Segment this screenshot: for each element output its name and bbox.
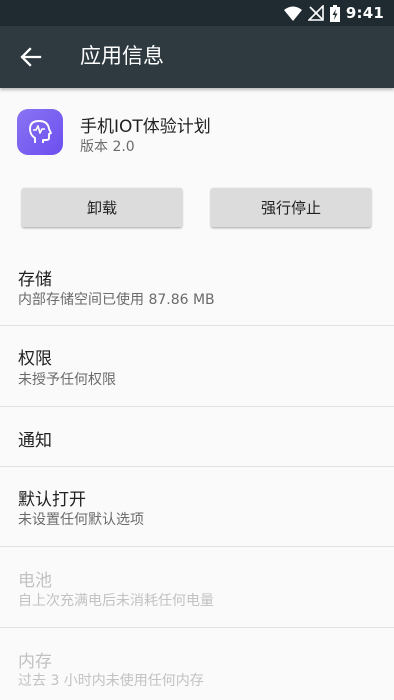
notifications-item[interactable]: 通知 [0, 407, 394, 466]
memory-summary: 过去 3 小时内未使用任何内存 [18, 673, 204, 689]
battery-item: 电池 自上次充满电后未消耗任何电量 [0, 547, 394, 627]
storage-summary: 内部存储空间已使用 87.86 MB [18, 292, 215, 308]
app-version: 版本 2.0 [80, 139, 135, 155]
uninstall-button-label: 卸载 [86, 199, 117, 217]
memory-item: 内存 过去 3 小时内未使用任何内存 [0, 628, 394, 700]
back-button[interactable] [18, 45, 44, 69]
permissions-summary: 未授予任何权限 [18, 372, 116, 388]
force-stop-button[interactable]: 强行停止 [211, 188, 371, 227]
head-pulse-icon [29, 120, 52, 143]
no-signal-icon [307, 5, 324, 21]
force-stop-button-label: 强行停止 [260, 199, 321, 217]
wifi-icon [283, 6, 302, 21]
battery-title: 电池 [18, 571, 52, 591]
app-icon [17, 109, 63, 155]
status-icons: 9:41 [283, 4, 384, 22]
status-time: 9:41 [345, 4, 384, 22]
app-bar: 应用信息 [0, 26, 394, 88]
battery-summary: 自上次充满电后未消耗任何电量 [18, 593, 214, 609]
uninstall-button[interactable]: 卸载 [22, 188, 182, 227]
permissions-title: 权限 [18, 349, 52, 369]
app-name: 手机IOT体验计划 [80, 117, 211, 137]
default-open-item[interactable]: 默认打开 未设置任何默认选项 [0, 467, 394, 546]
arrow-back-icon [20, 47, 42, 67]
battery-charging-icon [329, 4, 340, 22]
status-bar: 9:41 [0, 0, 394, 26]
page-title: 应用信息 [80, 44, 164, 68]
storage-title: 存储 [18, 270, 52, 290]
permissions-item[interactable]: 权限 未授予任何权限 [0, 326, 394, 406]
default-open-title: 默认打开 [18, 490, 86, 510]
notifications-title: 通知 [18, 431, 52, 451]
app-header: 手机IOT体验计划 版本 2.0 卸载 强行停止 [0, 88, 394, 258]
default-open-summary: 未设置任何默认选项 [18, 512, 144, 528]
storage-item[interactable]: 存储 内部存储空间已使用 87.86 MB [0, 258, 394, 325]
memory-title: 内存 [18, 652, 52, 672]
